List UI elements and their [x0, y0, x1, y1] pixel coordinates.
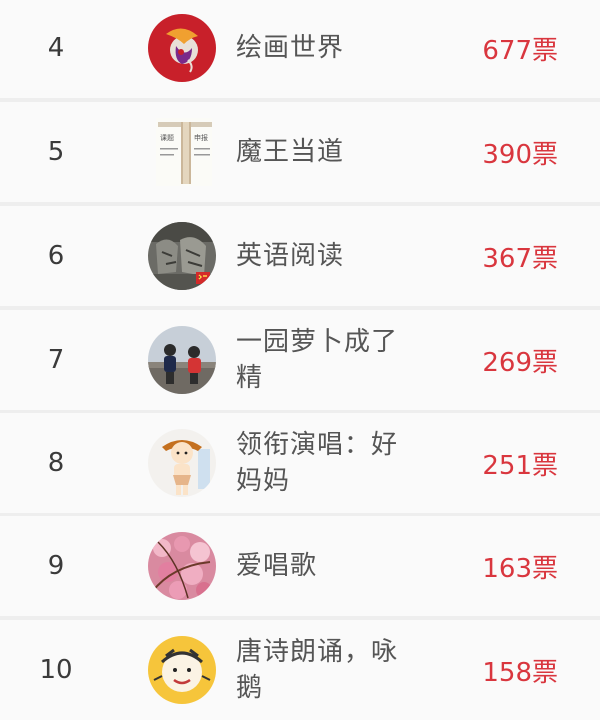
entry-name: 领衔演唱：好妈妈 — [236, 430, 399, 496]
ranking-row[interactable]: 4 绘画世界 677票 — [0, 0, 600, 98]
ranking-list: 4 绘画世界 677票 5 课题 申报 魔王当道 390票 6 英语阅读 367… — [0, 0, 600, 720]
entry-name: 爱唱歌 — [236, 551, 318, 581]
ranking-row[interactable]: 9 爱唱歌 163票 — [0, 516, 600, 616]
rank-number: 10 — [39, 655, 73, 685]
vote-count: 677票 — [482, 35, 558, 66]
svg-text:课题: 课题 — [160, 133, 174, 142]
entry-name: 英语阅读 — [236, 241, 345, 271]
entry-name: 一园萝卜成了精 — [236, 327, 399, 393]
vote-count: 163票 — [482, 553, 558, 584]
vote-count: 158票 — [482, 657, 558, 688]
entry-name: 唐诗朗诵，咏鹅 — [236, 637, 399, 703]
rank-number: 8 — [47, 448, 65, 478]
vote-count: 269票 — [482, 347, 558, 378]
statue-photo-icon — [148, 222, 216, 290]
ranking-row[interactable]: 7 一园萝卜成了精 269票 — [0, 310, 600, 410]
rank-number: 4 — [47, 33, 65, 63]
red-art-logo-icon — [148, 14, 216, 82]
ranking-row[interactable]: 8 领衔演唱：好妈妈 251票 — [0, 413, 600, 513]
rank-number: 9 — [47, 551, 65, 581]
ranking-row[interactable]: 6 英语阅读 367票 — [0, 206, 600, 306]
entry-name: 魔王当道 — [236, 137, 345, 167]
vote-count: 251票 — [482, 450, 558, 481]
ranking-row[interactable]: 10 唐诗朗诵，咏鹅 158票 — [0, 620, 600, 720]
svg-text:申报: 申报 — [194, 133, 208, 142]
children-photo-icon — [148, 326, 216, 394]
rank-number: 7 — [47, 345, 65, 375]
rank-number: 5 — [47, 137, 65, 167]
vote-count: 367票 — [482, 243, 558, 274]
rank-number: 6 — [47, 241, 65, 271]
entry-name: 绘画世界 — [236, 33, 345, 63]
vote-count: 390票 — [482, 139, 558, 170]
cartoon-child-icon — [148, 429, 216, 497]
ranking-row[interactable]: 5 课题 申报 魔王当道 390票 — [0, 102, 600, 202]
scroll-document-icon: 课题 申报 — [152, 118, 212, 186]
cartoon-face-icon — [148, 636, 216, 704]
pink-blossom-icon — [148, 532, 216, 600]
